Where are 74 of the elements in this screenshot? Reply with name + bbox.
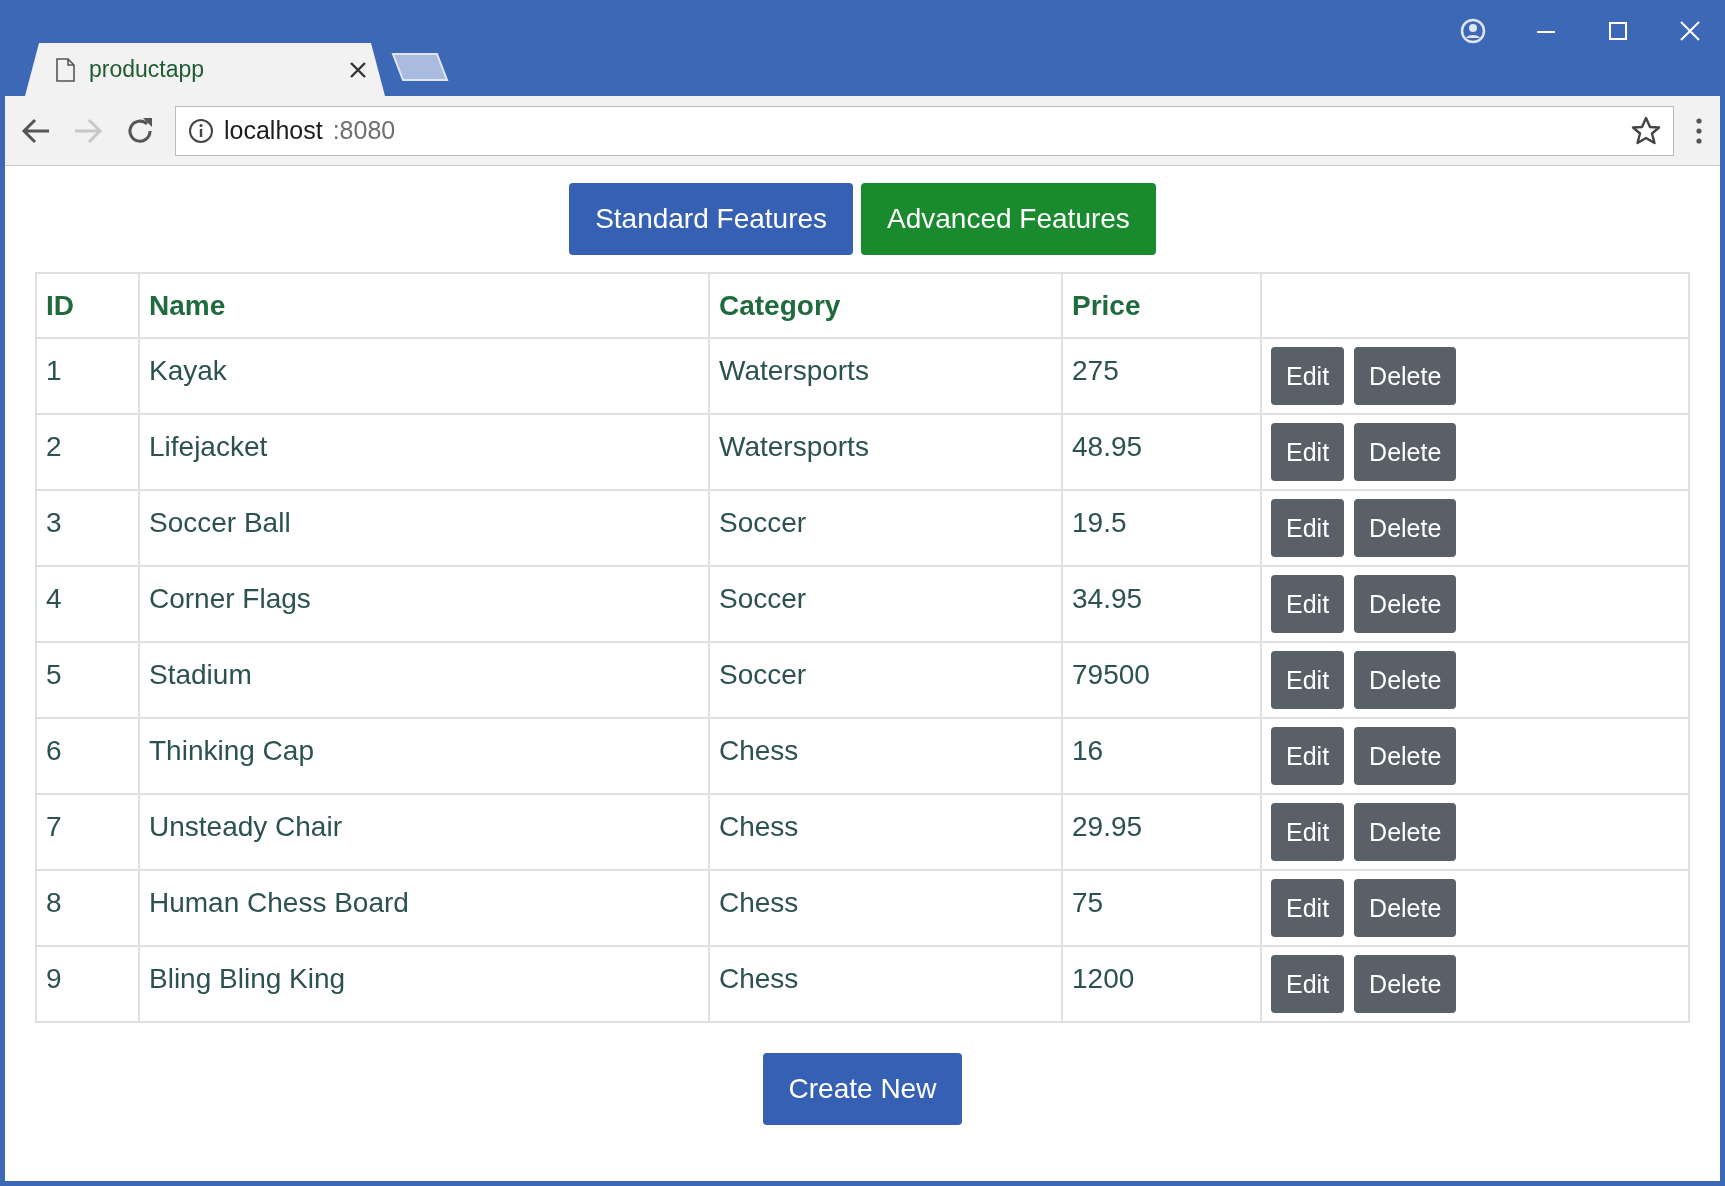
table-cell: 275 bbox=[1062, 338, 1261, 414]
table-cell: 4 bbox=[36, 566, 139, 642]
delete-button[interactable]: Delete bbox=[1354, 423, 1457, 481]
table-cell: 5 bbox=[36, 642, 139, 718]
table-cell: 8 bbox=[36, 870, 139, 946]
table-cell: Unsteady Chair bbox=[139, 794, 709, 870]
table-cell: Soccer Ball bbox=[139, 490, 709, 566]
column-header: Category bbox=[709, 273, 1062, 338]
table-cell: Corner Flags bbox=[139, 566, 709, 642]
address-bar[interactable]: localhost :8080 bbox=[175, 105, 1674, 156]
browser-tab[interactable]: productapp bbox=[25, 43, 385, 96]
create-new-button[interactable]: Create New bbox=[762, 1053, 963, 1125]
table-cell: Stadium bbox=[139, 642, 709, 718]
edit-button[interactable]: Edit bbox=[1271, 423, 1345, 481]
star-icon[interactable] bbox=[1631, 115, 1661, 146]
table-cell: Human Chess Board bbox=[139, 870, 709, 946]
page-icon bbox=[55, 57, 75, 82]
edit-button[interactable]: Edit bbox=[1271, 727, 1345, 785]
edit-button[interactable]: Edit bbox=[1271, 651, 1345, 709]
edit-button[interactable]: Edit bbox=[1271, 499, 1345, 557]
table-cell: Bling Bling King bbox=[139, 946, 709, 1022]
tab-close-icon[interactable] bbox=[349, 60, 367, 79]
table-cell: Soccer bbox=[709, 490, 1062, 566]
profile-icon[interactable] bbox=[1460, 18, 1486, 44]
info-icon bbox=[188, 117, 214, 144]
edit-button[interactable]: Edit bbox=[1271, 575, 1345, 633]
address-host: localhost bbox=[224, 116, 323, 145]
table-cell: Chess bbox=[709, 718, 1062, 794]
table-cell: 1200 bbox=[1062, 946, 1261, 1022]
maximize-icon[interactable] bbox=[1606, 19, 1630, 43]
table-cell: 3 bbox=[36, 490, 139, 566]
table-cell: Kayak bbox=[139, 338, 709, 414]
edit-button[interactable]: Edit bbox=[1271, 347, 1345, 405]
table-cell: Chess bbox=[709, 870, 1062, 946]
address-port: :8080 bbox=[332, 116, 397, 145]
table-cell: Thinking Cap bbox=[139, 718, 709, 794]
column-header: ID bbox=[36, 273, 139, 338]
delete-button[interactable]: Delete bbox=[1354, 955, 1457, 1013]
table-cell: 29.95 bbox=[1062, 794, 1261, 870]
column-header: Name bbox=[139, 273, 709, 338]
table-cell: 34.95 bbox=[1062, 566, 1261, 642]
table-cell: 7 bbox=[36, 794, 139, 870]
tab-title: productapp bbox=[89, 56, 206, 83]
table-cell: Lifejacket bbox=[139, 414, 709, 490]
table-cell: 75 bbox=[1062, 870, 1261, 946]
table-cell: Watersports bbox=[709, 414, 1062, 490]
table-cell: Chess bbox=[709, 946, 1062, 1022]
edit-button[interactable]: Edit bbox=[1271, 879, 1345, 937]
edit-button[interactable]: Edit bbox=[1271, 803, 1345, 861]
nav-button[interactable]: Standard Features bbox=[569, 183, 854, 255]
column-header: Price bbox=[1062, 273, 1261, 338]
delete-button[interactable]: Delete bbox=[1354, 879, 1457, 937]
table-cell: 2 bbox=[36, 414, 139, 490]
delete-button[interactable]: Delete bbox=[1354, 499, 1457, 557]
table-cell: 6 bbox=[36, 718, 139, 794]
nav-button[interactable]: Advanced Features bbox=[861, 183, 1156, 255]
delete-button[interactable]: Delete bbox=[1354, 803, 1457, 861]
table-cell: 48.95 bbox=[1062, 414, 1261, 490]
edit-button[interactable]: Edit bbox=[1271, 955, 1345, 1013]
table-cell: Chess bbox=[709, 794, 1062, 870]
delete-button[interactable]: Delete bbox=[1354, 347, 1457, 405]
table-cell: Soccer bbox=[709, 566, 1062, 642]
delete-button[interactable]: Delete bbox=[1354, 727, 1457, 785]
table-cell: 1 bbox=[36, 338, 139, 414]
table-cell: 79500 bbox=[1062, 642, 1261, 718]
delete-button[interactable]: Delete bbox=[1354, 575, 1457, 633]
table-cell: Watersports bbox=[709, 338, 1062, 414]
table-cell: 9 bbox=[36, 946, 139, 1022]
new-tab-button[interactable] bbox=[389, 52, 451, 82]
table-cell: 19.5 bbox=[1062, 490, 1261, 566]
delete-button[interactable]: Delete bbox=[1354, 651, 1457, 709]
close-icon[interactable] bbox=[1678, 19, 1702, 43]
table-cell: 16 bbox=[1062, 718, 1261, 794]
table-cell: Soccer bbox=[709, 642, 1062, 718]
